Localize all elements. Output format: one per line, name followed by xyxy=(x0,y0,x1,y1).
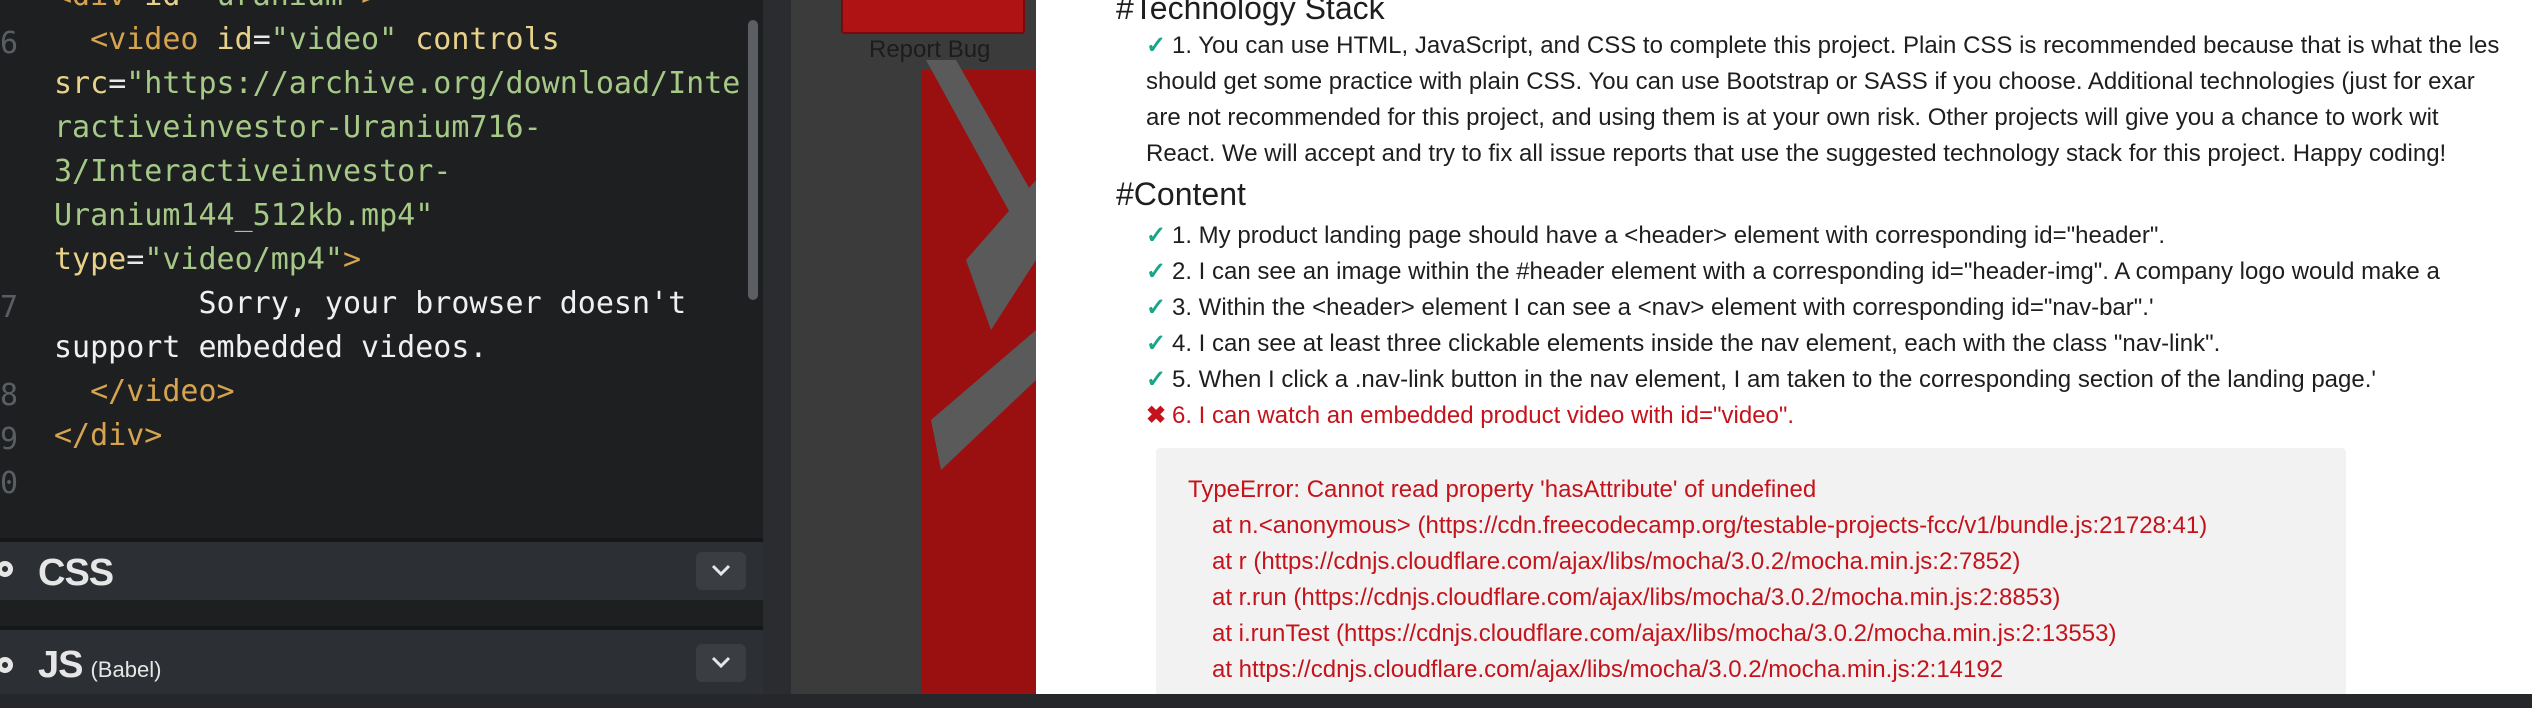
code-line: </video> xyxy=(54,374,235,409)
test-text: 2. I can see an image within the #header… xyxy=(1172,258,2440,285)
test-text: 6. I can watch an embedded product video… xyxy=(1172,402,1795,429)
html-editor-pane[interactable]: 6 7 8 9 0 <div id="uranium"> <video id="… xyxy=(0,0,765,708)
test-item-continuation: should get some practice with plain CSS.… xyxy=(1146,68,2475,95)
line-number: 6 xyxy=(0,26,19,61)
error-message: TypeError: Cannot read property 'hasAttr… xyxy=(1188,476,1817,503)
chevron-down-icon xyxy=(711,564,731,576)
line-number: 9 xyxy=(0,422,19,457)
code-line: <div id="uranium"> xyxy=(54,0,734,18)
code-line: Uranium144_512kb.mp4" xyxy=(54,198,434,233)
check-icon: ✓ xyxy=(1146,366,1167,393)
code-line: support embedded videos. xyxy=(54,330,488,365)
css-panel-header[interactable]: CSS xyxy=(0,538,765,600)
code-line: ractiveinvestor-Uranium716- xyxy=(54,110,542,145)
section-heading-technology-stack: #Technology Stack xyxy=(1116,0,1385,26)
check-icon: ✓ xyxy=(1146,258,1167,285)
code-line: 3/Interactiveinvestor- xyxy=(54,154,452,189)
line-number: 0 xyxy=(0,466,19,501)
test-results-pane: #Technology Stack ✓ 1. You can use HTML, … xyxy=(1036,0,2532,708)
gear-icon[interactable] xyxy=(0,654,16,676)
test-text: 5. When I click a .nav-link button in th… xyxy=(1172,366,2376,393)
line-number: 8 xyxy=(0,378,19,413)
code-line: </div> xyxy=(54,418,163,453)
line-number-gutter: 6 7 8 9 0 xyxy=(0,0,28,538)
test-text: 4. I can see at least three clickable el… xyxy=(1172,330,2221,357)
test-item-failed: ✖ 6. I can watch an embedded product vide… xyxy=(1146,398,1794,434)
bottom-bar xyxy=(0,694,2532,708)
check-icon: ✓ xyxy=(1146,32,1167,59)
gear-icon[interactable] xyxy=(0,558,16,580)
check-icon: ✓ xyxy=(1146,222,1167,249)
section-heading-content: #Content xyxy=(1116,176,1246,212)
js-panel-title: JS (Babel) xyxy=(38,644,161,687)
editor-scrollbar[interactable] xyxy=(748,20,758,300)
code-line: <video id="video" controls xyxy=(90,22,560,57)
test-item-continuation: React. We will accept and try to fix all… xyxy=(1146,140,2447,167)
report-bug-button-frame[interactable] xyxy=(841,0,1025,34)
chevron-down-icon xyxy=(711,656,731,668)
test-item: ✓ 5. When I click a .nav-link button in t… xyxy=(1146,362,2376,398)
css-panel-toggle-button[interactable] xyxy=(696,552,746,590)
check-icon: ✓ xyxy=(1146,330,1167,357)
test-item: ✓ 2. I can see an image within the #heade… xyxy=(1146,254,2440,290)
stack-trace-line: at n.<anonymous> (https://cdn.freecodeca… xyxy=(1212,512,2208,539)
stack-trace-line: at https://cdnjs.cloudflare.com/ajax/lib… xyxy=(1212,656,2004,683)
report-bug-button[interactable]: Report Bug xyxy=(869,36,990,64)
test-item: ✓ 1. My product landing page should have … xyxy=(1146,218,2165,254)
test-item: ✓ 4. I can see at least three clickable e… xyxy=(1146,326,2220,362)
preview-pane: Report Bug xyxy=(791,0,1036,708)
test-item-continuation: are not recommended for this project, an… xyxy=(1146,104,2439,131)
html-code-editor[interactable]: 6 7 8 9 0 <div id="uranium"> <video id="… xyxy=(0,0,765,538)
css-panel-title: CSS xyxy=(38,552,114,594)
code-text[interactable]: <div id="uranium"> <video id="video" con… xyxy=(54,0,741,458)
check-icon: ✓ xyxy=(1146,294,1167,321)
js-panel-title-text: JS xyxy=(38,644,83,686)
test-item: ✓ 3. Within the <header> element I can se… xyxy=(1146,290,2154,326)
code-line: type="video/mp4"> xyxy=(54,242,362,277)
cross-icon: ✖ xyxy=(1146,402,1167,429)
test-text: 1. My product landing page should have a… xyxy=(1172,222,2166,249)
error-details-box: TypeError: Cannot read property 'hasAttr… xyxy=(1156,448,2346,708)
stack-trace-line: at i.runTest (https://cdnjs.cloudflare.c… xyxy=(1212,620,2117,647)
test-item: ✓ 1. You can use HTML, JavaScript, and CS… xyxy=(1146,28,2499,64)
js-panel-subtitle: (Babel) xyxy=(90,657,162,682)
stack-trace-line: at r (https://cdnjs.cloudflare.com/ajax/… xyxy=(1212,548,2021,575)
test-text: 1. You can use HTML, JavaScript, and CSS… xyxy=(1172,32,2500,59)
test-text: 3. Within the <header> element I can see… xyxy=(1172,294,2154,321)
preview-background xyxy=(791,0,1036,708)
pane-divider[interactable] xyxy=(763,0,791,708)
stack-trace-line: at r.run (https://cdnjs.cloudflare.com/a… xyxy=(1212,584,2061,611)
code-line: src="https://archive.org/download/Inte xyxy=(54,66,741,101)
line-number: 7 xyxy=(0,290,19,325)
js-panel-toggle-button[interactable] xyxy=(696,644,746,682)
code-line: Sorry, your browser doesn't xyxy=(54,286,687,321)
